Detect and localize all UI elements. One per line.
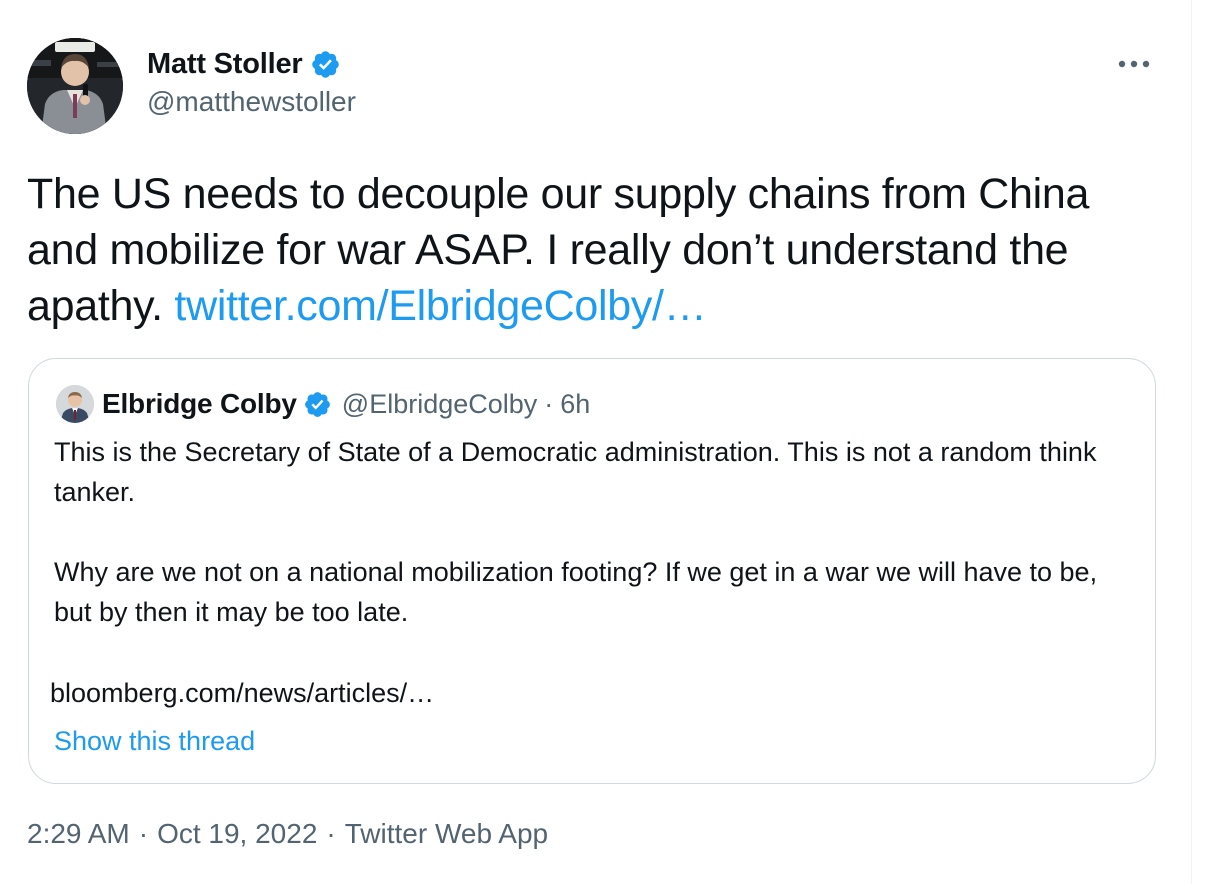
show-thread-link[interactable]: Show this thread	[54, 721, 255, 761]
author-name-row[interactable]: Matt Stoller	[147, 44, 341, 84]
tweet-link[interactable]: twitter.com/ElbridgeColby/…	[174, 282, 706, 330]
meta-separator: ·	[138, 818, 149, 849]
person-avatar-icon	[56, 385, 94, 423]
verified-badge-icon	[303, 390, 332, 419]
author-handle[interactable]: @matthewstoller	[147, 86, 356, 118]
verified-badge-icon	[310, 49, 341, 80]
tweet-text: The US needs to decouple our supply chai…	[27, 166, 1167, 334]
quoted-tweet-card[interactable]: Elbridge Colby @ElbridgeColby · 6h This …	[28, 358, 1156, 784]
quoted-tweet-text: This is the Secretary of State of a Demo…	[54, 437, 1098, 627]
quoted-tweet-age: 6h	[560, 388, 591, 419]
quoted-tweet-header: Elbridge Colby @ElbridgeColby · 6h	[102, 384, 590, 424]
quoted-meta-separator: ·	[544, 388, 554, 419]
tweet-metadata: 2:29 AM · Oct 19, 2022 · Twitter Web App	[27, 818, 548, 850]
more-horizontal-icon	[1118, 60, 1150, 68]
quoted-author-avatar[interactable]	[56, 385, 94, 423]
quoted-tweet-link[interactable]: bloomberg.com/news/articles/…	[50, 673, 434, 713]
tweet-date[interactable]: Oct 19, 2022	[157, 818, 317, 850]
author-display-name[interactable]: Matt Stoller	[147, 48, 303, 81]
tweet: Matt Stoller @matthewstoller The US need…	[0, 0, 1191, 884]
person-speaking-avatar-icon	[27, 38, 123, 134]
more-options-button[interactable]	[1113, 50, 1155, 78]
quoted-author-display-name: Elbridge Colby	[102, 388, 297, 419]
meta-separator: ·	[326, 818, 336, 849]
tweet-time[interactable]: 2:29 AM	[27, 818, 130, 850]
tweet-source[interactable]: Twitter Web App	[345, 818, 548, 850]
author-avatar[interactable]	[27, 38, 123, 134]
timeline-border	[1191, 0, 1192, 884]
quoted-author-handle: @ElbridgeColby	[341, 388, 538, 419]
